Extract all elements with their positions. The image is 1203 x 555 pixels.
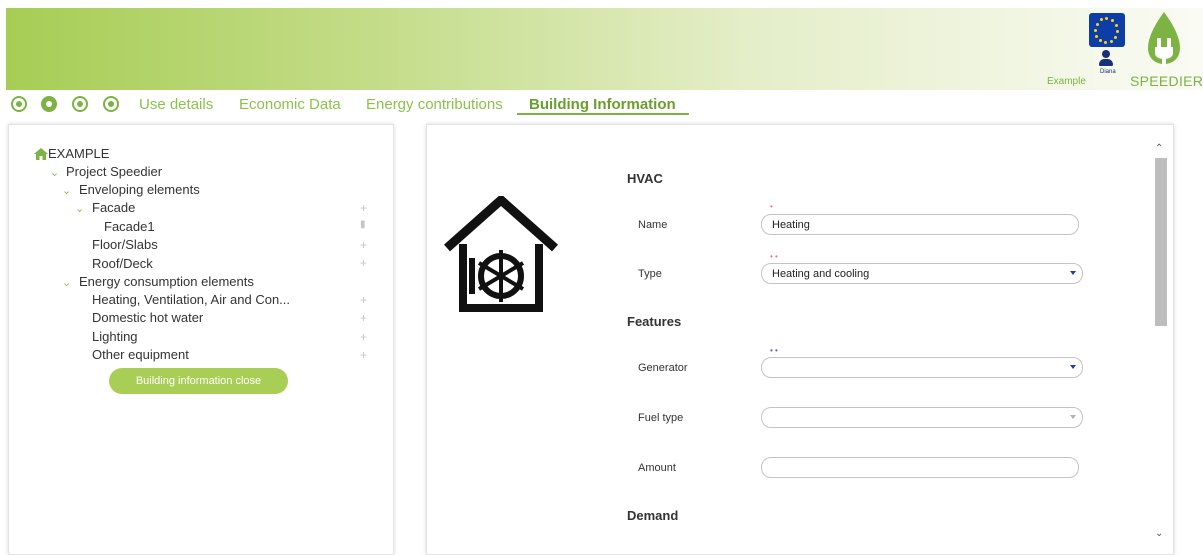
type-label: Type <box>638 268 662 280</box>
section-title-demand: Demand <box>627 508 679 523</box>
tree-item-other[interactable]: Other equipment <box>92 347 189 362</box>
building-information-close-button[interactable]: Building information close <box>109 368 288 394</box>
name-label: Name <box>638 219 668 231</box>
tree-item-lighting[interactable]: Lighting <box>92 329 138 344</box>
tree-item-project[interactable]: Project Speedier <box>66 164 162 179</box>
section-title-hvac: HVAC <box>627 171 663 186</box>
chevron-down-icon[interactable]: ⌄ <box>75 202 84 215</box>
tree-item-enveloping[interactable]: Enveloping elements <box>79 182 200 197</box>
name-input-value: Heating <box>772 218 810 231</box>
fuel-type-label: Fuel type <box>638 412 684 424</box>
home-tab-icon[interactable] <box>11 96 27 112</box>
speedier-logo-icon <box>1148 12 1180 67</box>
bulb-tab-icon[interactable] <box>72 96 88 112</box>
chevron-down-icon[interactable]: ⌄ <box>62 276 71 289</box>
add-icon[interactable]: + <box>360 238 367 252</box>
app-root: Diana Example SPEEDIER Use details Econo… <box>0 0 1203 555</box>
trash-icon[interactable]: ▮ <box>360 219 366 230</box>
chevron-down-icon[interactable]: ⌄ <box>50 166 59 179</box>
hvac-house-snowflake-icon <box>444 196 558 312</box>
required-marker: • <box>770 202 773 211</box>
scrollbar-thumb[interactable] <box>1155 158 1167 326</box>
required-marker: • • <box>770 346 778 355</box>
add-icon[interactable]: + <box>360 293 367 307</box>
scroll-up-icon[interactable]: ⌃ <box>1155 143 1163 154</box>
fuel-type-select[interactable] <box>761 407 1083 428</box>
hvac-form-panel <box>426 124 1174 555</box>
tree-item-facade[interactable]: Facade <box>92 200 135 215</box>
tree-item-dhw[interactable]: Domestic hot water <box>92 310 203 325</box>
user-icon[interactable] <box>1099 50 1113 68</box>
add-icon[interactable]: + <box>360 256 367 270</box>
chevron-down-icon[interactable]: ⌄ <box>62 184 71 197</box>
tree-item-hvac[interactable]: Heating, Ventilation, Air and Con... <box>92 292 290 307</box>
home-icon <box>34 148 48 160</box>
eu-flag-icon <box>1089 13 1125 47</box>
add-icon[interactable]: + <box>360 330 367 344</box>
add-icon[interactable]: + <box>360 311 367 325</box>
generator-select[interactable] <box>761 357 1083 378</box>
active-tab-indicator <box>517 113 689 115</box>
tree-item-energy[interactable]: Energy consumption elements <box>79 274 254 289</box>
tree-item-roof[interactable]: Roof/Deck <box>92 256 153 271</box>
tab-economic-data[interactable]: Economic Data <box>239 96 341 113</box>
tree-item-facade1[interactable]: Facade1 <box>104 219 155 234</box>
tab-energy-contributions[interactable]: Energy contributions <box>366 96 503 113</box>
dropdown-caret-icon <box>1070 415 1076 419</box>
type-select-value: Heating and cooling <box>772 267 870 280</box>
tree-root-example[interactable]: EXAMPLE <box>48 146 109 161</box>
section-title-features: Features <box>627 314 682 329</box>
amount-label: Amount <box>638 462 676 474</box>
building-tab-icon[interactable] <box>41 96 57 112</box>
brand-name: SPEEDIER <box>1130 73 1203 89</box>
type-select[interactable]: Heating and cooling <box>761 263 1083 284</box>
amount-input[interactable] <box>761 457 1079 478</box>
scroll-down-icon[interactable]: ⌄ <box>1155 528 1163 539</box>
user-name: Diana <box>1100 69 1116 75</box>
project-label: Example <box>1047 76 1086 87</box>
target-tab-icon[interactable] <box>103 96 119 112</box>
tab-building-information[interactable]: Building Information <box>529 96 676 113</box>
tab-use-details[interactable]: Use details <box>139 96 213 113</box>
dropdown-caret-icon <box>1070 365 1076 369</box>
dropdown-caret-icon <box>1070 271 1076 275</box>
generator-label: Generator <box>638 362 688 374</box>
add-icon[interactable]: + <box>360 201 367 215</box>
tree-item-floor[interactable]: Floor/Slabs <box>92 237 158 252</box>
header-banner <box>6 8 1203 90</box>
required-marker: • • <box>770 252 778 261</box>
add-icon[interactable]: + <box>360 348 367 362</box>
name-input[interactable]: Heating <box>761 214 1079 235</box>
